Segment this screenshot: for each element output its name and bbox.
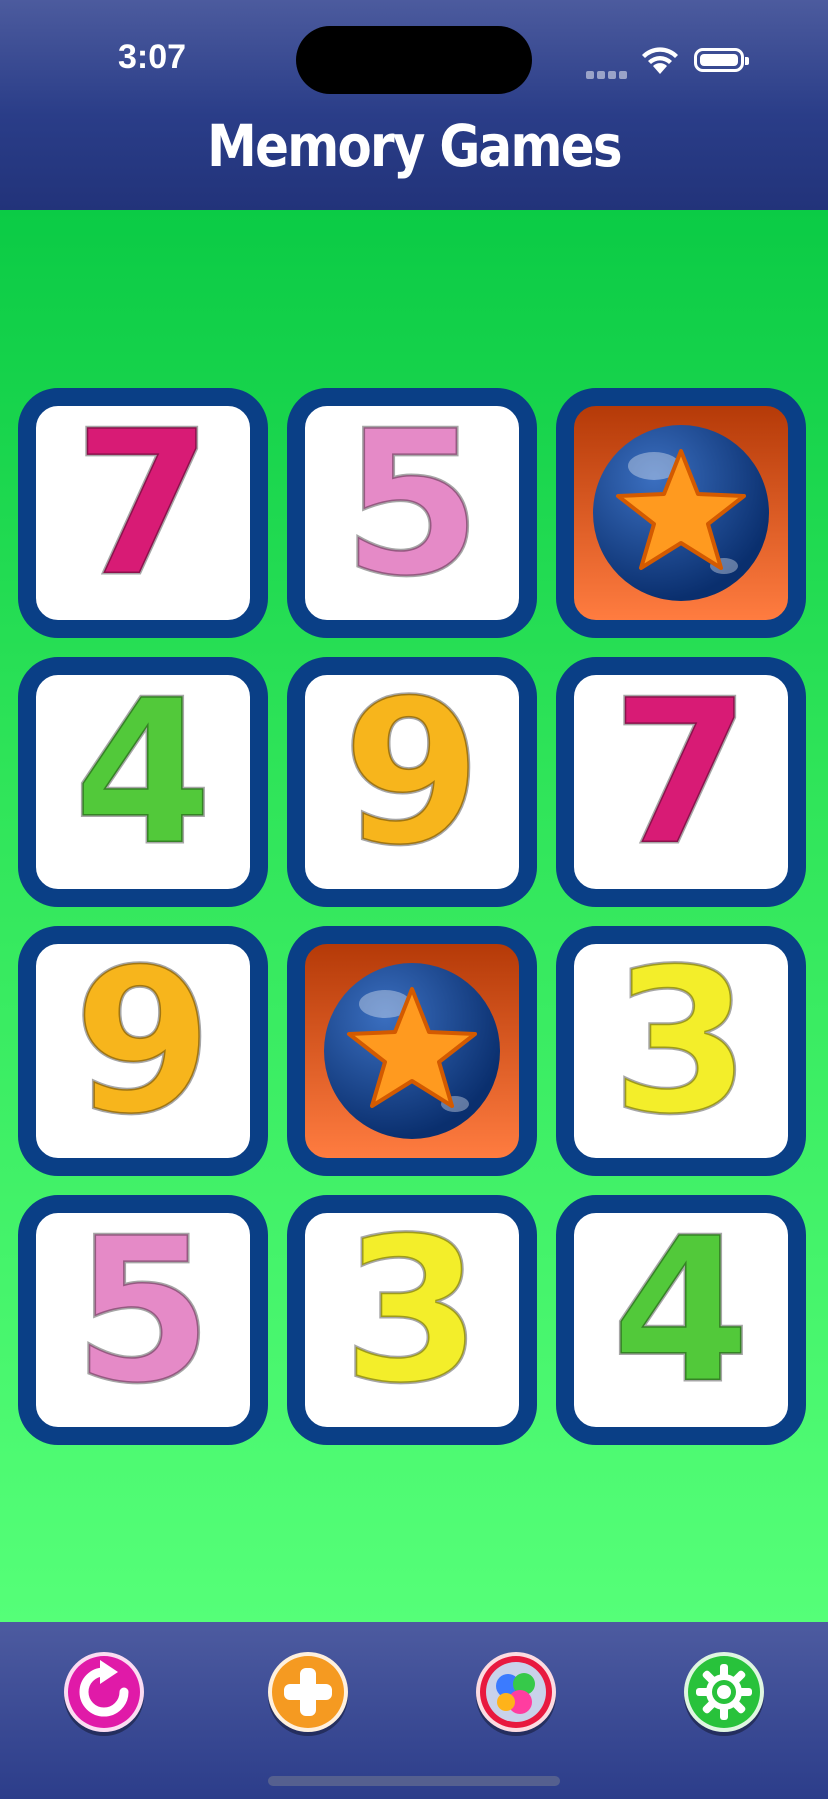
card-number-9[interactable]: 9	[18, 926, 268, 1176]
star-icon	[324, 963, 500, 1139]
add-button[interactable]	[268, 1652, 348, 1732]
card-number-7[interactable]: 7	[556, 657, 806, 907]
themes-button[interactable]	[476, 1652, 556, 1732]
card-digit: 9	[341, 657, 483, 890]
card-digit: 4	[72, 657, 214, 890]
card-number-4[interactable]: 4	[556, 1195, 806, 1445]
card-digit: 5	[72, 1195, 214, 1428]
card-number-9[interactable]: 9	[287, 657, 537, 907]
card-digit: 3	[610, 926, 752, 1159]
settings-button[interactable]	[684, 1652, 764, 1732]
card-face-down[interactable]	[287, 926, 537, 1176]
card-number-3[interactable]: 3	[556, 926, 806, 1176]
home-indicator	[268, 1776, 560, 1786]
status-time: 3:07	[118, 38, 187, 76]
wifi-icon	[642, 47, 678, 74]
card-number-3[interactable]: 3	[287, 1195, 537, 1445]
card-digit: 7	[610, 657, 752, 890]
cellular-signal-icon	[586, 64, 630, 79]
color-balls-icon	[476, 1652, 556, 1736]
card-number-5[interactable]: 5	[18, 1195, 268, 1445]
card-digit: 9	[72, 926, 214, 1159]
card-number-7[interactable]: 7	[18, 388, 268, 638]
card-number-5[interactable]: 5	[287, 388, 537, 638]
battery-icon	[694, 48, 749, 72]
plus-icon	[268, 1652, 348, 1736]
app-header: 3:07 Memory Games	[0, 0, 828, 210]
card-digit: 4	[610, 1195, 752, 1428]
card-number-4[interactable]: 4	[18, 657, 268, 907]
card-digit: 5	[341, 388, 483, 621]
restart-button[interactable]	[64, 1652, 144, 1732]
card-digit: 7	[72, 388, 214, 621]
gear-icon	[684, 1652, 764, 1736]
page-title: Memory Games	[207, 112, 622, 180]
star-icon	[593, 425, 769, 601]
card-digit: 3	[341, 1195, 483, 1428]
dynamic-island	[296, 26, 532, 94]
refresh-icon	[64, 1652, 144, 1736]
card-face-down[interactable]	[556, 388, 806, 638]
